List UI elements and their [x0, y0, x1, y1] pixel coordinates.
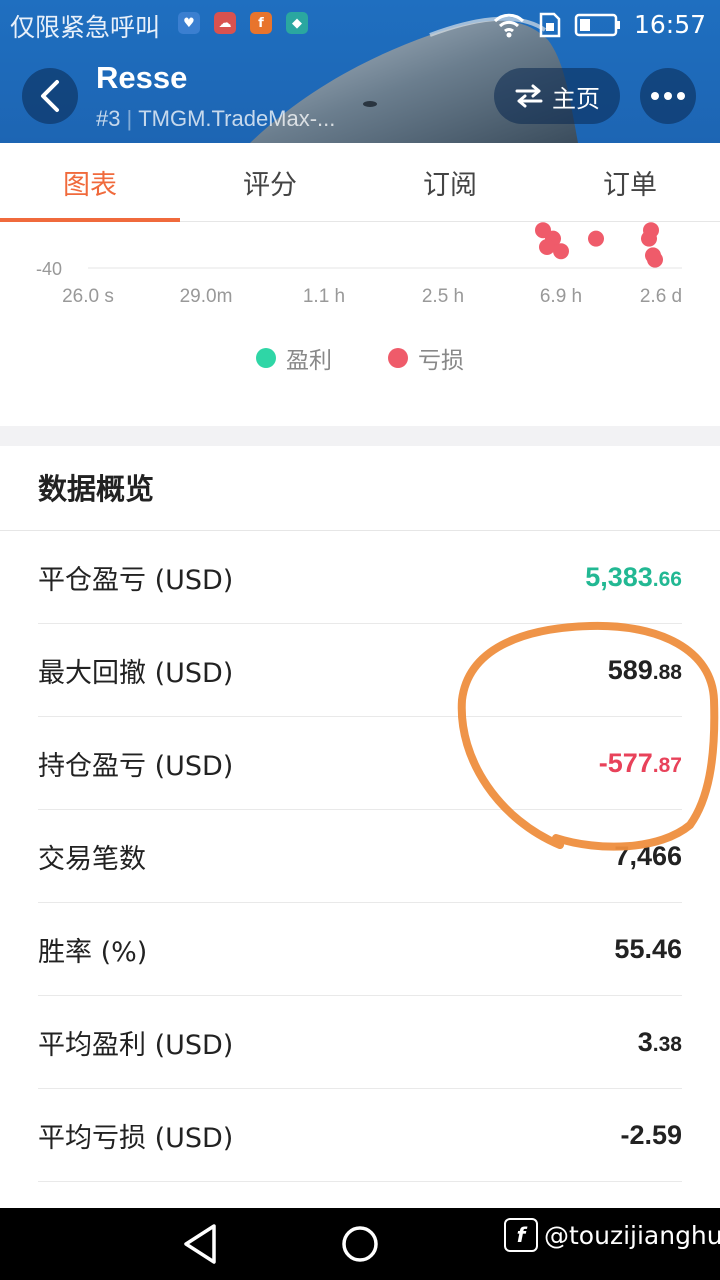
row-value: 7,466	[614, 841, 682, 872]
value-integer: 589	[607, 654, 653, 685]
overview-title: 数据概览	[38, 472, 155, 506]
data-point	[641, 230, 657, 247]
x-tick-label: 2.6 d	[640, 286, 682, 307]
holding-time-chart: -40 26.0 s 29.0m 1.1 h 2.5 h 6.9 h 2.6 d 盈利 亏损	[0, 221, 720, 426]
row-value: 589.88	[608, 655, 682, 686]
section-divider	[0, 426, 720, 446]
chart-legend: 盈利 亏损	[0, 341, 720, 375]
battery-icon	[574, 13, 620, 36]
tab-orders[interactable]: 订单	[540, 143, 720, 221]
shield-app-icon: ◆	[286, 12, 308, 34]
wifi-icon	[493, 13, 525, 37]
more-dot	[651, 92, 659, 100]
legend-dot-loss	[388, 348, 408, 368]
row-label: 最大回撤 (USD)	[38, 657, 234, 689]
more-button[interactable]	[640, 68, 696, 124]
row-label: 平均亏损 (USD)	[38, 1122, 234, 1154]
broker-text: TMGM.TradeMax-...	[138, 106, 336, 131]
x-tick-label: 29.0m	[180, 286, 233, 307]
data-point	[539, 239, 555, 255]
value-integer: -2.59	[620, 1119, 682, 1150]
watermark-text: @touzijianghu	[544, 1220, 720, 1250]
status-notification-icons: ♥ ☁ f ◆	[178, 12, 308, 34]
status-bar: 仅限紧急呼叫 ♥ ☁ f ◆ 16:57	[0, 0, 720, 50]
value-decimal: .87	[652, 753, 682, 777]
data-point	[588, 230, 604, 247]
data-point	[647, 251, 663, 268]
row-label: 平仓盈亏 (USD)	[38, 564, 234, 596]
x-tick-label: 2.5 h	[422, 286, 464, 307]
carrier-text: 仅限紧急呼叫	[10, 13, 161, 42]
value-integer: 5,383	[585, 561, 653, 592]
value-integer: 3	[637, 1026, 653, 1057]
row-value: 3.38	[638, 1027, 682, 1058]
value-decimal: .66	[652, 567, 682, 591]
value-decimal: .38	[652, 1032, 682, 1056]
x-tick-label: 1.1 h	[303, 286, 345, 307]
row-label: 胜率 (%)	[38, 936, 148, 968]
f-app-icon: f	[250, 12, 272, 34]
separator: |	[126, 106, 133, 131]
row-value: -577.87	[599, 748, 682, 779]
data-point	[553, 243, 569, 260]
back-button[interactable]	[22, 68, 78, 124]
legend-dot-profit	[256, 348, 276, 368]
tab-chart[interactable]: 图表	[0, 143, 180, 222]
value-integer: 55.46	[614, 933, 682, 964]
overview-row: 最大回撤 (USD) 589.88	[38, 624, 682, 717]
app-header: 仅限紧急呼叫 ♥ ☁ f ◆ 16:57 Resse #3 | TMGM.Tra…	[0, 0, 720, 143]
circle-home-icon[interactable]	[340, 1222, 380, 1266]
overview-row: 平均亏损 (USD) -2.59	[38, 1089, 682, 1182]
more-dot	[677, 92, 685, 100]
watermark: f @touzijianghu	[504, 1218, 720, 1252]
row-label: 持仓盈亏 (USD)	[38, 750, 234, 782]
row-value: 55.46	[614, 934, 682, 965]
row-value: 5,383.66	[585, 562, 682, 593]
overview-row: 平仓盈亏 (USD) 5,383.66	[38, 531, 682, 624]
value-integer: -577	[598, 747, 653, 778]
y-tick-label: -40	[36, 259, 62, 279]
overview-row: 平均盈利 (USD) 3.38	[38, 996, 682, 1089]
cloud-app-icon: ☁	[214, 12, 236, 34]
legend-item-loss[interactable]: 亏损	[388, 341, 464, 375]
value-decimal: .88	[652, 660, 682, 684]
x-tick-label: 26.0 s	[62, 286, 114, 307]
chevron-left-icon	[41, 80, 59, 112]
more-dot	[664, 92, 672, 100]
watermark-logo-icon: f	[504, 1218, 538, 1252]
row-value: -2.59	[620, 1120, 682, 1151]
tab-bar: 图表 评分 订阅 订单	[0, 143, 720, 222]
page-subtitle: #3 | TMGM.TradeMax-...	[96, 106, 335, 132]
clock: 16:57	[633, 10, 706, 39]
page-title: Resse	[96, 60, 188, 95]
overview-row: 持仓盈亏 (USD) -577.87	[38, 717, 682, 810]
overview-row: 交易笔数 7,466	[38, 810, 682, 903]
scatter-plot: -4026.0 s 29.0m 1.1 h 2.5 h 6.9 h 2.6 d	[36, 222, 682, 307]
overview-list: 平仓盈亏 (USD) 5,383.66 最大回撤 (USD) 589.88 持仓…	[38, 531, 682, 1182]
triangle-back-icon[interactable]	[180, 1222, 220, 1266]
home-button[interactable]: 主页	[494, 68, 620, 124]
row-label: 平均盈利 (USD)	[38, 1029, 234, 1061]
health-app-icon: ♥	[178, 12, 200, 34]
sim-icon	[539, 12, 561, 37]
legend-label-profit: 盈利	[286, 348, 332, 374]
rank-text: #3	[96, 106, 121, 131]
overview-row: 胜率 (%) 55.46	[38, 903, 682, 996]
legend-item-profit[interactable]: 盈利	[256, 341, 332, 375]
home-button-label: 主页	[552, 84, 600, 113]
value-integer: 7,466	[614, 840, 682, 871]
x-tick-label: 6.9 h	[540, 286, 582, 307]
tab-rating[interactable]: 评分	[180, 143, 360, 221]
tab-subscribe[interactable]: 订阅	[360, 143, 540, 221]
row-label: 交易笔数	[38, 843, 146, 875]
legend-label-loss: 亏损	[418, 348, 464, 374]
swap-icon	[515, 84, 543, 108]
